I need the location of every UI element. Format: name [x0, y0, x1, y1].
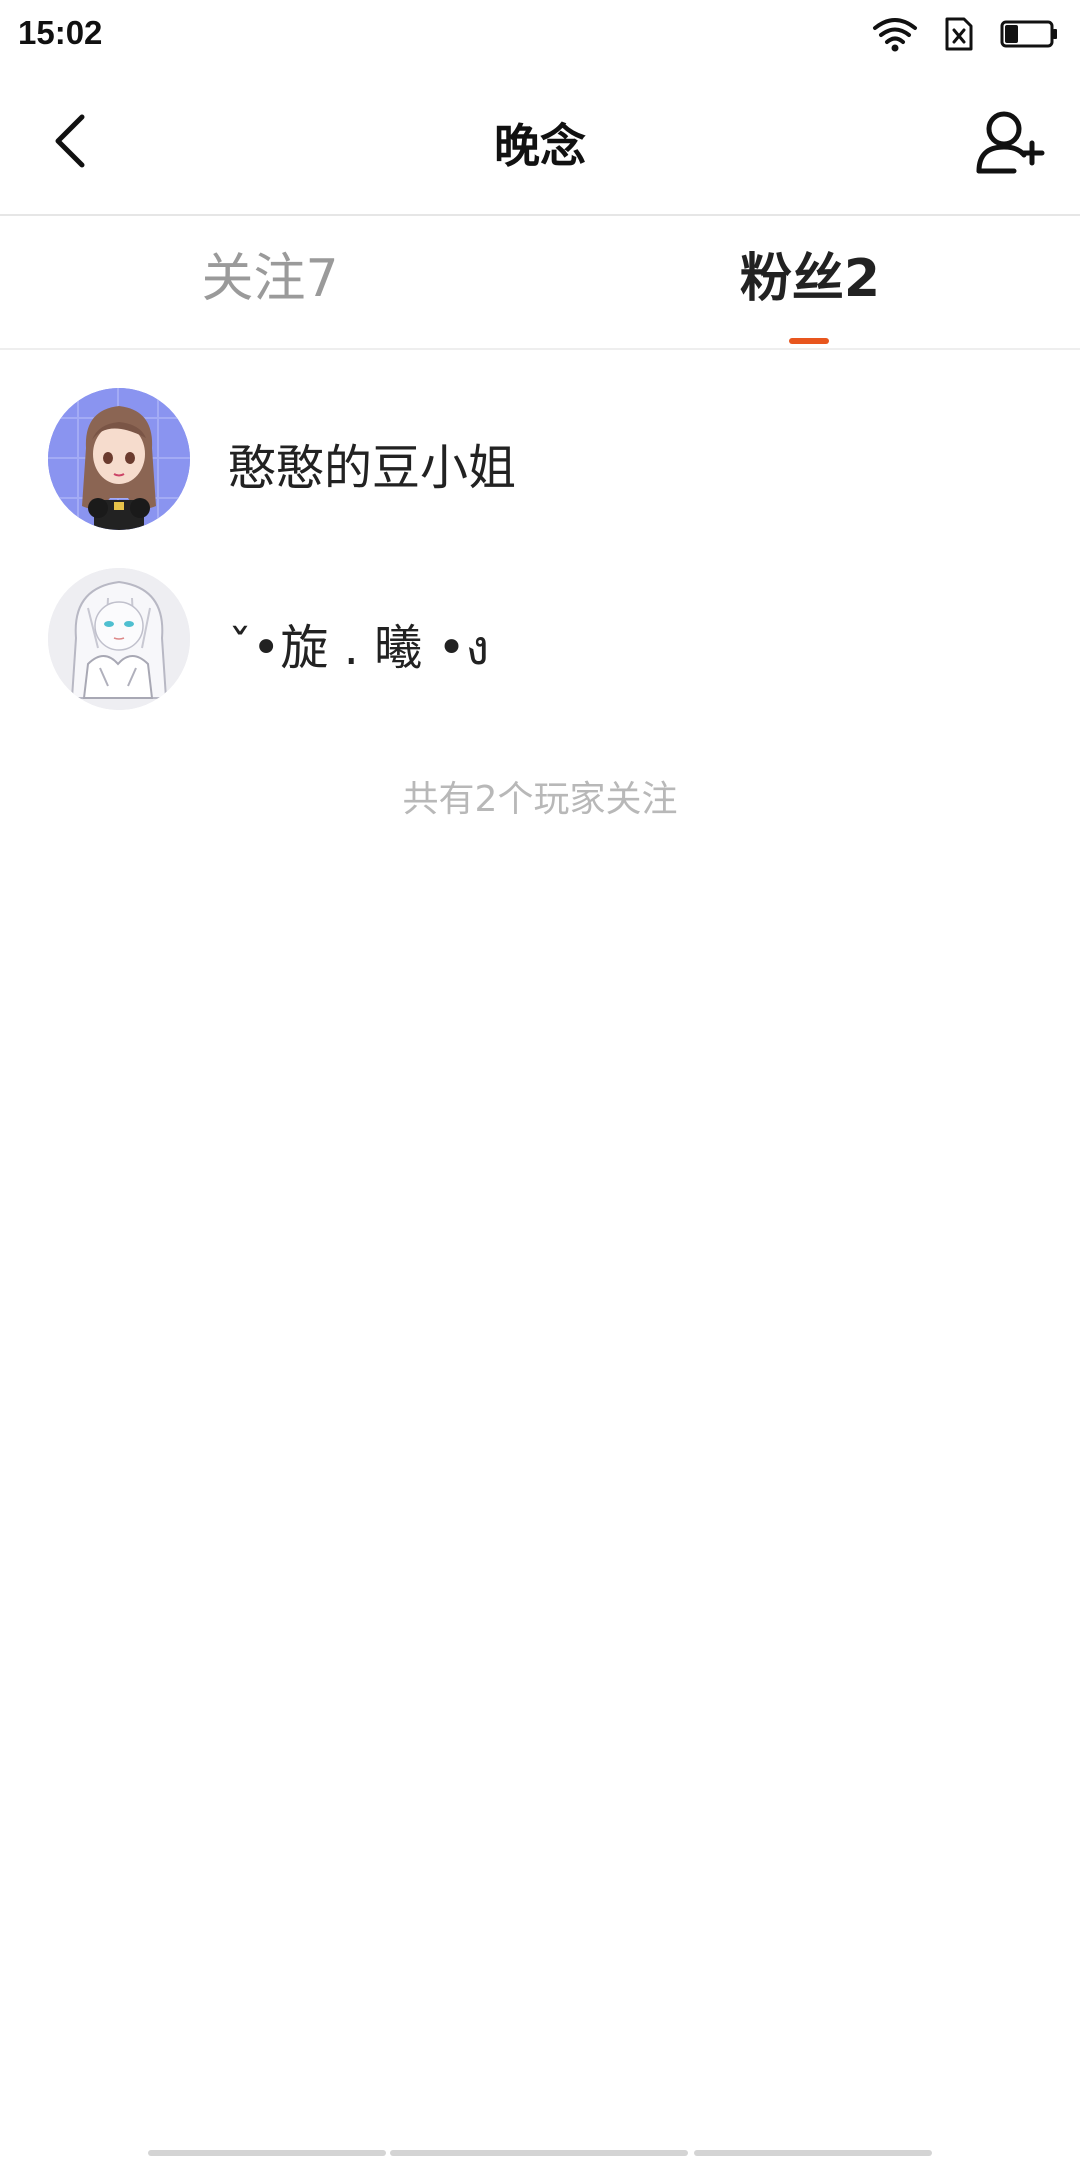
header: 晚念	[0, 72, 1080, 216]
tab-active-indicator	[789, 338, 829, 344]
nav-bar-segment	[148, 2150, 386, 2156]
wifi-icon	[872, 16, 918, 56]
follower-count-note: 共有2个玩家关注	[402, 779, 678, 820]
tab-fans-label: 粉丝2	[739, 248, 881, 309]
nav-bar-segment	[390, 2150, 688, 2156]
add-user-button[interactable]	[972, 108, 1048, 180]
list-item[interactable]: ˇ•旋 . 曦 •ง	[0, 560, 1080, 740]
status-time: 15:02	[18, 14, 103, 51]
avatar[interactable]	[48, 568, 190, 710]
tab-following[interactable]: 关注7	[0, 216, 540, 348]
nav-bar-segment	[694, 2150, 932, 2156]
list-item[interactable]: 憨憨的豆小姐	[0, 380, 1080, 560]
user-add-icon	[974, 109, 1046, 179]
status-bar: 15:02	[0, 0, 1080, 72]
tab-following-label: 关注7	[201, 248, 339, 309]
tab-fans[interactable]: 粉丝2	[540, 216, 1080, 348]
page-title: 晚念	[494, 119, 586, 173]
avatar[interactable]	[48, 388, 190, 530]
fans-list: 憨憨的豆小姐 ˇ•旋 . 曦 •ง	[0, 380, 1080, 740]
sim-missing-icon	[944, 16, 974, 56]
fan-name: 憨憨的豆小姐	[228, 440, 517, 496]
status-icons	[872, 16, 1058, 56]
fan-name: ˇ•旋 . 曦 •ง	[228, 620, 490, 676]
battery-icon	[1000, 19, 1058, 53]
tab-bar: 关注7 粉丝2	[0, 216, 1080, 350]
